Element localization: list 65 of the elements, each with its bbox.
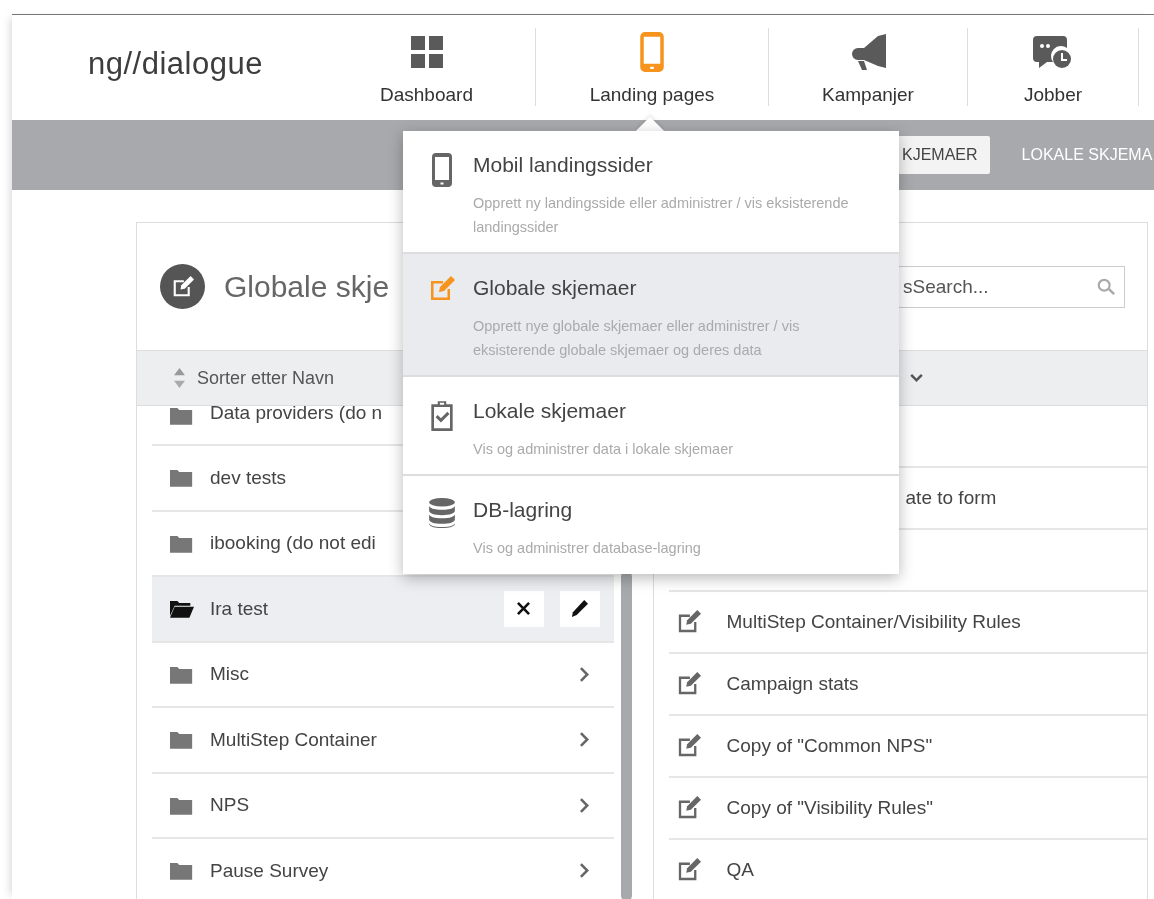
database-icon [429,498,455,528]
sort-label[interactable]: Sorter etter Navn [197,367,335,389]
clipboard-check-icon [429,399,455,431]
form-badge-icon [160,264,205,309]
search-icon [1097,277,1115,296]
edit-icon [676,796,701,820]
menu-item[interactable]: Globale skjemaer Opprett nye globale skjemaer eller administrer / vis eksisterende globale skjemaer og deres data [403,254,899,377]
edit-icon [676,610,701,634]
tab[interactable]: KJEMAER [898,136,990,174]
chevron-right-icon [579,666,589,682]
form-name[interactable]: Copy of "Visibility Rules" [726,797,933,819]
pencil-icon [571,600,589,618]
edit-button[interactable] [559,590,600,627]
folder-icon [170,468,194,488]
panel-title: Globale skje [224,269,390,304]
logo: ng//dialogue [87,44,264,83]
nav-item[interactable]: Kampanjer [769,15,967,120]
folder-icon [170,795,194,815]
folder-icon [170,664,194,684]
phone-icon [432,153,452,187]
folder-name: ibooking (do not edi [210,532,376,555]
folder-row[interactable]: NPS [152,773,614,839]
nav-item[interactable]: Landing pages [536,15,768,120]
sort-icon [174,368,185,388]
phone-icon [640,32,664,72]
form-name[interactable]: Copy of "Common NPS" [726,735,933,757]
edit-icon [676,734,701,758]
folder-row[interactable]: Pause Survey [152,839,614,899]
open-folder-icon [170,599,194,619]
folder-icon [170,533,194,553]
folder-row[interactable]: MultiStep Container [152,708,614,774]
folder-name: MultiStep Container [210,728,377,751]
search-field[interactable]: sSearch... [898,265,1125,308]
menu-item-title: Globale skjemaer [473,276,638,300]
folder-icon [170,861,194,881]
folder-row[interactable]: Misc [152,642,614,708]
folder-name: Misc [210,663,250,686]
chevron-right-icon [579,732,589,748]
nav-item[interactable]: Jobber [968,15,1138,120]
menu-item-description: Opprett nye globale skjemaer eller administrer / vis eksisterende globale skjemaer og deres data [473,317,801,360]
folder-name: Pause Survey [210,859,329,882]
chevron-right-icon [579,797,589,813]
chevron-down-icon [910,374,923,382]
form-name[interactable]: MultiStep Container/Visibility Rules [726,611,1021,633]
delete-button[interactable] [503,590,544,627]
form-name[interactable]: ate to form [905,487,997,509]
folder-name: NPS [210,794,250,817]
chevron-right-icon [579,863,589,879]
close-icon [517,602,531,616]
edit-icon [429,276,455,302]
menu-item[interactable]: Lokale skjemaer Vis og administrer data i lokale skjemaer [403,377,899,476]
menu-item-description: Opprett ny landingsside eller administrer / vis eksisterende landingssider [473,194,850,237]
folder-row[interactable]: Ira test [152,577,614,643]
grid-icon [410,36,443,68]
chat-bubble-icon [1033,34,1073,70]
scrollbar[interactable] [620,571,632,899]
edit-icon [676,672,701,696]
form-name[interactable]: QA [726,859,754,881]
edit-icon [676,858,701,882]
menu-item-title: Mobil landingssider [473,153,654,177]
folder-name: dev tests [210,466,287,489]
folder-icon [170,730,194,750]
folder-name: Ira test [210,597,269,620]
form-name[interactable]: Campaign stats [726,673,859,695]
nav-item[interactable]: Dashboard [318,15,535,120]
